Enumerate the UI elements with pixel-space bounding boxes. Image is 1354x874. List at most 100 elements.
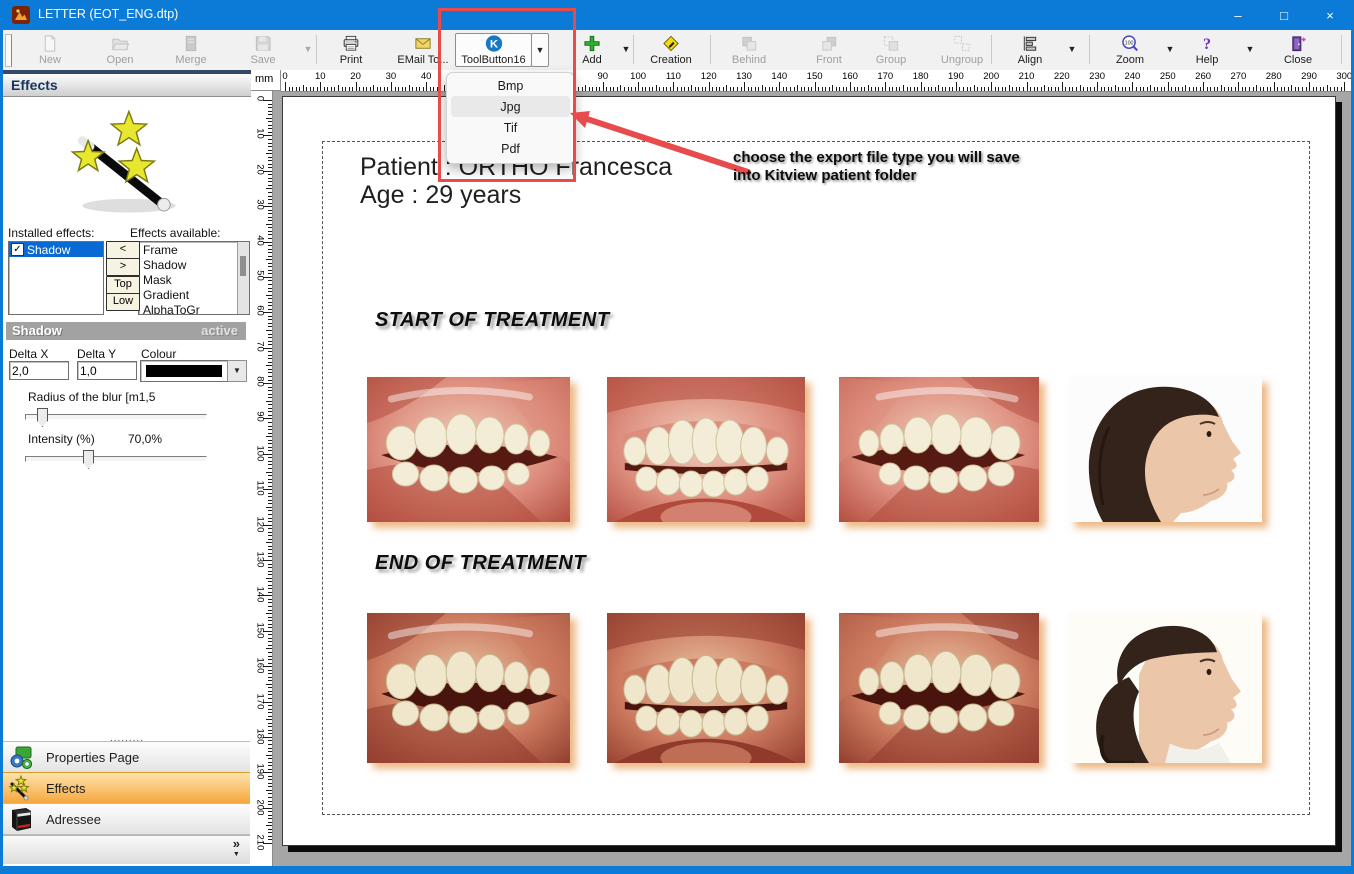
colour-label: Colour (141, 347, 176, 361)
magic-wand-icon (5, 99, 248, 223)
toolbar-button-align[interactable]: Align (998, 32, 1062, 67)
installed-effects-label: Installed effects: (8, 226, 95, 240)
move-top-button[interactable]: Top (106, 276, 140, 294)
available-effect-item[interactable]: Frame (139, 242, 249, 257)
nav-overflow-bar: »▼ (3, 835, 250, 864)
align-icon (1020, 34, 1040, 53)
svg-text:100: 100 (1125, 40, 1134, 46)
toolbar-button-creation[interactable]: Creation (641, 32, 701, 67)
toolbar-separator (1341, 35, 1342, 64)
colour-dropdown-button[interactable]: ▼ (227, 360, 247, 382)
toolbar-button-zoom[interactable]: 100Zoom (1098, 32, 1162, 67)
photo-end-intraoral-frontal-view[interactable] (607, 613, 805, 763)
section-heading-end[interactable]: END OF TREATMENT (375, 552, 586, 575)
help-icon: ? (1197, 34, 1217, 53)
section-heading-start[interactable]: START OF TREATMENT (375, 309, 610, 332)
effect-checkbox[interactable]: ✓ (11, 243, 24, 256)
photo-start-facial-profile-photo[interactable] (1069, 377, 1262, 522)
available-list-scrollbar[interactable] (237, 242, 249, 314)
blur-radius-slider-thumb[interactable] (37, 408, 48, 427)
title-bar: LETTER (EOT_ENG.dtp) –□× (0, 0, 1354, 30)
scrollbar-thumb[interactable] (240, 256, 246, 276)
open-icon (110, 34, 130, 53)
photo-end-intraoral-lateral-right-view[interactable] (367, 613, 570, 763)
svg-text:?: ? (1203, 36, 1211, 53)
photo-end-facial-profile-photo[interactable] (1069, 613, 1262, 763)
creation-icon (661, 34, 681, 53)
ungroup-icon (952, 34, 972, 53)
toolbar-button-ungroup: Ungroup (930, 32, 994, 67)
toolbar-button-close[interactable]: Close (1266, 32, 1330, 67)
toolbar-dropdown-save: ▼ (301, 44, 315, 54)
move-left-button[interactable]: < (106, 241, 140, 259)
front-icon (819, 34, 839, 53)
delta-y-input[interactable] (77, 361, 137, 380)
photo-end-intraoral-lateral-left-view[interactable] (839, 613, 1039, 763)
toolbar-button-group: Group (859, 32, 923, 67)
window-title: LETTER (EOT_ENG.dtp) (38, 7, 178, 21)
document-canvas: mm 0102030405060708090100110120130140150… (251, 70, 1351, 866)
blur-radius-label: Radius of the blur [m1,5 (28, 390, 155, 404)
available-effect-item[interactable]: AlphaToGr (139, 302, 249, 315)
available-effects-label: Effects available: (130, 226, 221, 240)
close-icon (1288, 34, 1308, 53)
save-icon (253, 34, 273, 53)
photo-start-intraoral-lateral-right-view[interactable] (367, 377, 570, 522)
blur-radius-slider[interactable] (25, 414, 207, 420)
properties-page-icon (8, 744, 36, 770)
effects-icon (8, 775, 36, 801)
close-button[interactable]: × (1307, 0, 1353, 30)
toolbar-dropdown-add[interactable]: ▼ (619, 44, 633, 54)
blur-radius-value: 1,5 (139, 390, 156, 404)
toolbar-button-print[interactable]: Print (321, 32, 381, 67)
delta-x-label: Delta X (9, 347, 48, 361)
available-effects-list[interactable]: FrameShadowMaskGradientAlphaToGr (138, 241, 250, 315)
toolbar-button-behind: Behind (717, 32, 781, 67)
sidebar-item-effects[interactable]: Effects (3, 772, 250, 804)
toolbar-button-front: Front (797, 32, 861, 67)
print-icon (341, 34, 361, 53)
group-icon (881, 34, 901, 53)
sidebar-item-properties-page[interactable]: Properties Page (3, 741, 250, 773)
toolbar-separator (633, 35, 634, 64)
installed-effect-item[interactable]: ✓Shadow (9, 242, 103, 257)
minimize-button[interactable]: – (1215, 0, 1261, 30)
available-effect-item[interactable]: Shadow (139, 257, 249, 272)
merge-icon (181, 34, 201, 53)
available-effect-item[interactable]: Mask (139, 272, 249, 287)
toolbar-gripper[interactable] (5, 34, 12, 67)
toolbar-separator (316, 35, 317, 64)
document-page[interactable]: Patient : ORTHO Francesca Age : 29 years… (282, 96, 1336, 846)
toolbar-dropdown-help[interactable]: ▼ (1243, 44, 1257, 54)
maximize-button[interactable]: □ (1261, 0, 1307, 30)
toolbar-dropdown-align[interactable]: ▼ (1065, 44, 1079, 54)
toolbar-button-save: Save (231, 32, 295, 67)
photo-start-intraoral-lateral-left-view[interactable] (839, 377, 1039, 522)
intensity-label: Intensity (%) (28, 432, 95, 446)
installed-effects-list[interactable]: ✓Shadow (8, 241, 104, 315)
photo-start-intraoral-frontal-view[interactable] (607, 377, 805, 522)
move-low-button[interactable]: Low (106, 293, 140, 311)
intensity-slider-thumb[interactable] (83, 450, 94, 469)
toolbar-separator (710, 35, 711, 64)
app-icon (12, 6, 30, 24)
nav-overflow-chevron[interactable]: »▼ (233, 837, 240, 861)
toolbar-button-merge: Merge (159, 32, 223, 67)
active-effect-bar: Shadow active (6, 322, 246, 340)
toolbar-button-help[interactable]: ?Help (1175, 32, 1239, 67)
delta-y-label: Delta Y (77, 347, 116, 361)
intensity-value: 70,0% (128, 432, 162, 446)
intensity-slider[interactable] (25, 456, 207, 462)
move-right-button[interactable]: > (106, 258, 140, 276)
toolbar-button-new: New (18, 32, 82, 67)
available-effect-item[interactable]: Gradient (139, 287, 249, 302)
active-effect-status: active (201, 323, 238, 338)
toolbar-button-open: Open (88, 32, 152, 67)
toolbar-separator (1089, 35, 1090, 64)
adressee-icon (8, 806, 36, 832)
sidebar-item-adressee[interactable]: Adressee (3, 803, 250, 835)
add-icon (582, 34, 602, 53)
colour-swatch[interactable] (140, 360, 228, 382)
delta-x-input[interactable] (9, 361, 69, 380)
annotation-rectangle (438, 8, 576, 182)
